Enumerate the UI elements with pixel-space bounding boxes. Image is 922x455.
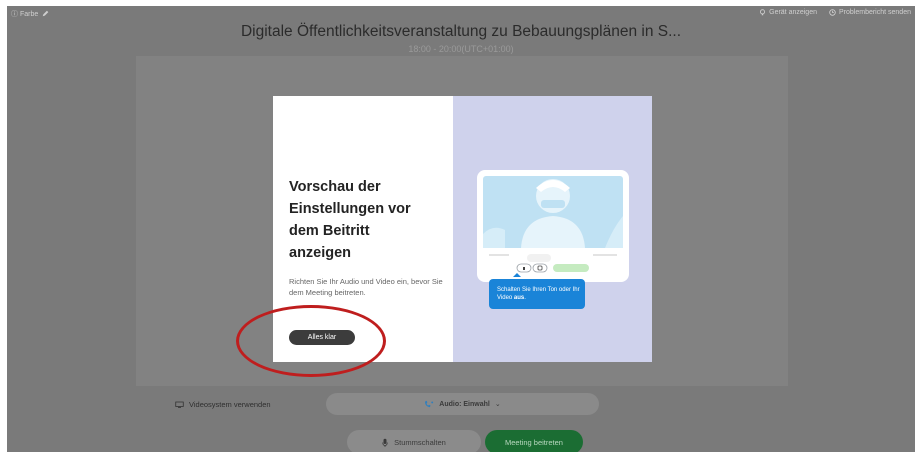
topbar-left[interactable]: ⓘ Farbe (11, 9, 49, 19)
problem-report-label: Problembericht senden (839, 9, 911, 16)
virtual-background-label: Videosystem verwenden (189, 400, 271, 409)
chevron-down-icon: ⌄ (494, 401, 501, 408)
pencil-icon[interactable] (42, 10, 49, 19)
topbar-right: Gerät anzeigen Problembericht senden (759, 9, 911, 16)
monitor-icon (175, 401, 184, 408)
clock-icon (829, 9, 836, 16)
topbar-left-label: ⓘ Farbe (11, 11, 39, 18)
mute-tooltip: Schalten Sie Ihren Ton oder Ihr Video au… (489, 279, 585, 309)
video-preview-illustration (477, 170, 629, 282)
dialog-illustration-panel: Schalten Sie Ihren Ton oder Ihr Video au… (453, 96, 652, 362)
audio-select[interactable]: Audio: Einwahl ⌄ (326, 393, 599, 415)
show-device-label: Gerät anzeigen (769, 9, 817, 16)
meeting-time: 18:00 - 20:00(UTC+01:00) (408, 44, 514, 54)
tooltip-bold: aus (513, 295, 525, 301)
meeting-title: Digitale Öffentlichkeitsveranstaltung zu… (240, 23, 682, 40)
join-meeting-button[interactable]: Meeting beitreten (485, 430, 583, 452)
phone-audio-icon (425, 400, 434, 408)
lightbulb-icon (760, 9, 766, 16)
show-device-link[interactable]: Gerät anzeigen (759, 9, 817, 16)
tooltip-suffix: . (524, 295, 526, 301)
join-meeting-label: Meeting beitreten (505, 437, 563, 447)
mute-label: Stummschalten (394, 437, 446, 447)
mute-button[interactable]: Stummschalten (347, 430, 481, 452)
meeting-preview-window: ⓘ Farbe Gerät anzeigen Problembericht se… (7, 6, 915, 452)
dialog-body: Richten Sie Ihr Audio und Video ein, bev… (289, 277, 443, 297)
dialog-heading: Vorschau der Einstellungen vor dem Beitr… (289, 179, 411, 261)
tooltip-text: Schalten Sie Ihren Ton oder Ihr Video (497, 287, 580, 301)
microphone-icon (382, 438, 388, 447)
virtual-background-option[interactable]: Videosystem verwenden (175, 400, 271, 409)
highlight-ring (236, 305, 386, 377)
problem-report-link[interactable]: Problembericht senden (829, 9, 911, 16)
audio-label: Audio: Einwahl (439, 400, 490, 408)
